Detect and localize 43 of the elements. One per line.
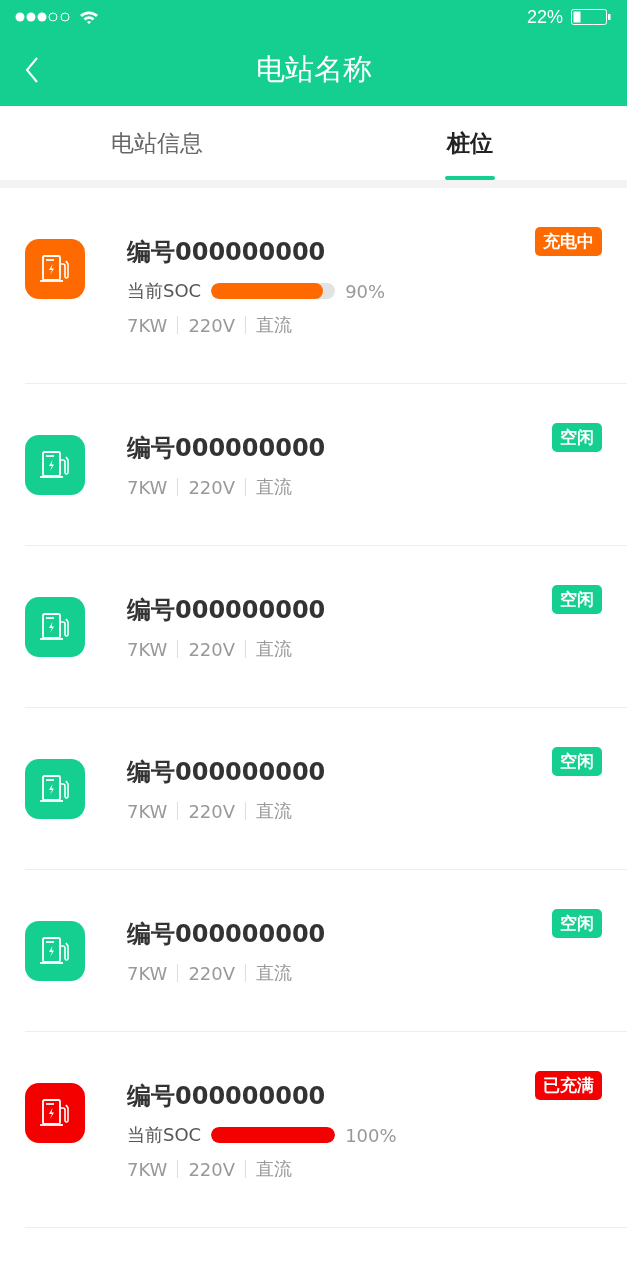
- status-badge: 空闲: [552, 423, 602, 452]
- spec-text: 220V: [188, 638, 236, 660]
- spec-text: 直流: [256, 475, 293, 499]
- page-title: 电站名称: [254, 51, 373, 88]
- soc-percentage: 100%: [345, 1124, 397, 1146]
- tab[interactable]: 桩位: [313, 106, 627, 180]
- pile-number: 编号000000000: [127, 1081, 327, 1112]
- spec-text: 7KW: [127, 476, 168, 498]
- pile-number: 编号000000000: [127, 237, 327, 268]
- soc-label: 当前SOC: [127, 279, 202, 303]
- spec-text: 7KW: [127, 962, 168, 984]
- battery-percentage: 22%: [526, 6, 563, 28]
- spec-text: 直流: [256, 799, 293, 823]
- spec-text: 220V: [188, 1158, 236, 1180]
- pile-number: 编号000000000: [127, 757, 327, 788]
- status-badge: 空闲: [552, 747, 602, 776]
- spec-text: 7KW: [127, 800, 168, 822]
- spec-text: 7KW: [127, 314, 168, 336]
- spec-text: 7KW: [127, 1158, 168, 1180]
- status-badge: 空闲: [552, 585, 602, 614]
- spec-text: 直流: [256, 1157, 293, 1181]
- spec-text: 220V: [188, 476, 236, 498]
- status-badge: 已充满: [535, 1071, 602, 1100]
- pile-number: 编号000000000: [127, 433, 327, 464]
- spec-text: 直流: [256, 961, 293, 985]
- status-badge: 充电中: [535, 227, 602, 256]
- soc-percentage: 90%: [345, 280, 386, 302]
- spec-text: 7KW: [127, 638, 168, 660]
- soc-label: 当前SOC: [127, 1123, 202, 1147]
- battery-icon: [571, 9, 611, 25]
- spec-text: 220V: [188, 314, 236, 336]
- spec-text: 直流: [256, 637, 293, 661]
- spec-text: 220V: [188, 800, 236, 822]
- pile-number: 编号000000000: [127, 919, 327, 950]
- wifi-icon: [79, 9, 99, 25]
- tab-underline: [445, 176, 496, 180]
- tab[interactable]: 电站信息: [0, 106, 314, 180]
- spec-text: 直流: [256, 313, 293, 337]
- spec-text: 220V: [188, 962, 236, 984]
- status-badge: 空闲: [552, 909, 602, 938]
- pile-number: 编号000000000: [127, 595, 327, 626]
- back-icon: [25, 57, 39, 83]
- signal-icon: [15, 12, 71, 22]
